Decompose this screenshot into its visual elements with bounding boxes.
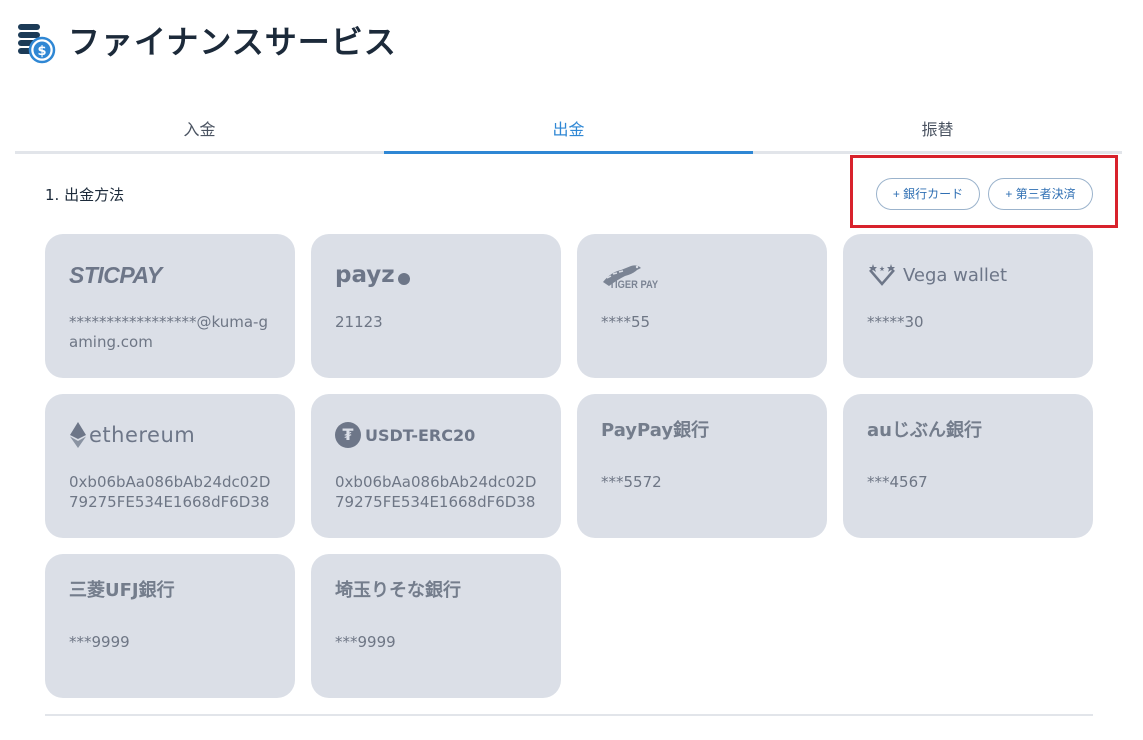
- method-card-tigerpay[interactable]: TIGER PAY ****55: [577, 234, 827, 378]
- bank-name: 埼玉りそな銀行: [335, 580, 461, 601]
- method-card-mufg[interactable]: 三菱UFJ銀行 ***9999: [45, 554, 295, 698]
- payz-logo: payz: [335, 260, 410, 290]
- method-value: ***9999: [69, 633, 130, 651]
- method-card-vega[interactable]: Vega wallet *****30: [843, 234, 1093, 378]
- method-card-paypay[interactable]: PayPay銀行 ***5572: [577, 394, 827, 538]
- bank-name: 三菱UFJ銀行: [69, 580, 175, 601]
- tether-icon: ₮: [335, 422, 361, 448]
- bank-name: auじぶん銀行: [867, 420, 982, 441]
- method-value: ****55: [601, 313, 651, 331]
- method-card-au-jibun[interactable]: auじぶん銀行 ***4567: [843, 394, 1093, 538]
- method-value: *****30: [867, 313, 924, 331]
- vega-icon: [869, 264, 895, 286]
- add-bank-card-button[interactable]: + 銀行カード: [876, 178, 980, 210]
- method-value: ***9999: [335, 633, 396, 651]
- method-value: 0xb06bAa086bAb24dc02D79275FE534E1668dF6D…: [335, 473, 537, 511]
- ethereum-icon: [70, 422, 86, 448]
- method-card-ethereum[interactable]: ethereum 0xb06bAa086bAb24dc02D79275FE534…: [45, 394, 295, 538]
- section-title: 1. 出金方法: [45, 186, 125, 204]
- svg-text:$: $: [37, 44, 46, 59]
- method-value: ***4567: [867, 473, 928, 491]
- method-card-usdt[interactable]: ₮ USDT-ERC20 0xb06bAa086bAb24dc02D79275F…: [311, 394, 561, 538]
- method-value: 0xb06bAa086bAb24dc02D79275FE534E1668dF6D…: [69, 473, 271, 511]
- tab-deposit[interactable]: 入金: [15, 108, 384, 151]
- payz-dot-icon: [397, 273, 410, 285]
- vega-logo: Vega wallet: [867, 260, 1007, 290]
- usdt-logo: ₮ USDT-ERC20: [335, 420, 475, 450]
- tab-transfer[interactable]: 振替: [753, 108, 1122, 151]
- page-header: $ ファイナンスサービス: [16, 20, 397, 64]
- method-card-payz[interactable]: payz 21123: [311, 234, 561, 378]
- sticpay-logo: STICPAY: [69, 261, 162, 288]
- tab-bar: 入金 出金 振替: [15, 108, 1122, 154]
- tigerpay-logo: TIGER PAY: [601, 260, 662, 291]
- method-value: 21123: [335, 313, 383, 331]
- method-value: ***5572: [601, 473, 662, 491]
- add-third-party-button[interactable]: + 第三者決済: [988, 178, 1093, 210]
- tab-withdraw[interactable]: 出金: [384, 108, 753, 154]
- method-card-sticpay[interactable]: STICPAY *****************@kuma-gaming.co…: [45, 234, 295, 378]
- coins-icon: $: [16, 20, 56, 64]
- page-title: ファイナンスサービス: [68, 23, 397, 61]
- method-value: *****************@kuma-gaming.com: [69, 313, 268, 351]
- method-card-saitama-resona[interactable]: 埼玉りそな銀行 ***9999: [311, 554, 561, 698]
- ethereum-logo: ethereum: [69, 420, 195, 450]
- bank-name: PayPay銀行: [601, 420, 710, 441]
- finance-service-page: $ ファイナンスサービス 入金 出金 振替 1. 出金方法 + 銀行カード + …: [0, 0, 1143, 740]
- bottom-divider: [45, 714, 1093, 716]
